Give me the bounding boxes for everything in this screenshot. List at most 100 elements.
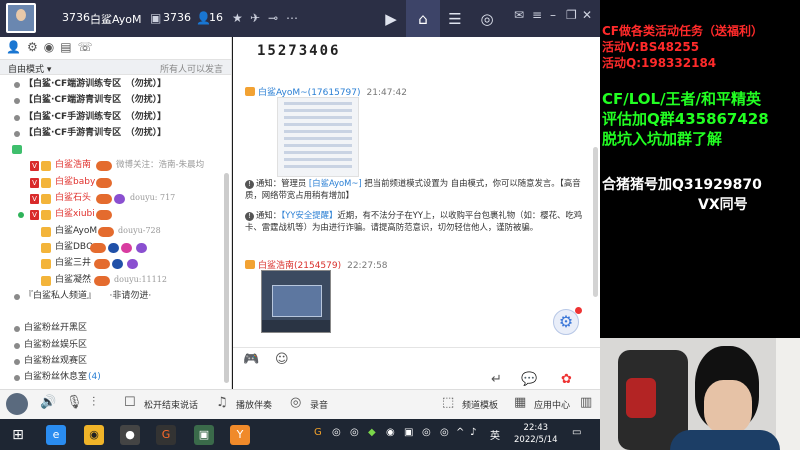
app-owl-icon[interactable]: ◉: [84, 425, 104, 445]
member-count: 16: [209, 11, 223, 24]
channel-item[interactable]: 【白鲨·CF手游青训专区 （勿扰）】: [0, 126, 222, 142]
user-item[interactable]: V 白鲨石头 douyu: 717: [0, 191, 222, 207]
promo-line: 评估加Q群435867428: [602, 110, 769, 128]
channel-toolbar: 👤 ⚙ ◉ ▤ ☏: [0, 37, 231, 59]
chat-icon[interactable]: ☏: [78, 40, 93, 56]
speaking-icon: [18, 212, 24, 219]
chart-icon[interactable]: ▥: [580, 395, 592, 410]
location-icon[interactable]: ◉: [44, 40, 54, 56]
message-image[interactable]: [261, 270, 331, 333]
microphone-icon[interactable]: 🎙: [66, 395, 83, 410]
channel-template-button[interactable]: 频道模板: [462, 398, 498, 411]
channel-scrollbar[interactable]: [224, 173, 229, 383]
send-icon[interactable]: ↵: [491, 372, 502, 387]
chat-bubble-icon[interactable]: 💬: [521, 372, 537, 387]
fan-channel-item[interactable]: 白鲨粉丝休息室 (4): [0, 370, 222, 386]
share-icon[interactable]: ✈: [250, 11, 260, 25]
user-item[interactable]: 白鲨DBQ: [0, 240, 222, 256]
app-center-button[interactable]: 应用中心: [534, 398, 570, 411]
gamepad-icon[interactable]: ◎: [470, 0, 504, 37]
app-yy-icon[interactable]: Y: [230, 425, 250, 445]
video-icon[interactable]: ▶: [374, 0, 408, 37]
tray-app-icon[interactable]: ◎: [332, 427, 341, 438]
ime-indicator[interactable]: 英: [490, 427, 500, 442]
link-icon[interactable]: ⊸: [268, 11, 278, 25]
channel-name: 白鲨AyoM: [90, 13, 142, 26]
level-badge-icon: [96, 177, 112, 188]
chat-panel: 15273406 白鲨AyoM~(17615797) 21:47:42 ! 通知：管…: [233, 37, 600, 389]
more-icon[interactable]: ⋯: [286, 11, 298, 25]
music-icon[interactable]: ♫: [216, 395, 228, 410]
fan-channel-item[interactable]: 白鲨粉丝开黑区: [0, 321, 222, 337]
tray-app-icon[interactable]: ▣: [404, 427, 413, 438]
settings-icon[interactable]: ⚙: [27, 40, 38, 56]
mode-select[interactable]: 自由模式 ▾: [8, 62, 51, 75]
volume-icon[interactable]: ♪: [470, 427, 476, 438]
favorite-icon[interactable]: ★: [232, 11, 243, 25]
checkbox-icon[interactable]: ☐: [124, 395, 136, 410]
tray-app-icon[interactable]: ◉: [386, 427, 395, 438]
tray-app-icon[interactable]: ◎: [422, 427, 431, 438]
bulletin-icon[interactable]: ▤: [60, 40, 71, 56]
app-g-icon[interactable]: G: [156, 425, 176, 445]
channel-list: 【白鲨·CF端游训练专区 （勿扰）】 【白鲨·CF端游青训专区 （勿扰）】 【白…: [0, 77, 222, 387]
message-image[interactable]: [277, 97, 359, 177]
close-icon[interactable]: ✕: [582, 8, 592, 22]
play-music-button[interactable]: 播放伴奏: [236, 398, 272, 411]
user-icon[interactable]: 👤: [6, 40, 21, 56]
record-icon[interactable]: ◎: [290, 395, 301, 410]
fan-channel-item[interactable]: 白鲨粉丝娱乐区: [0, 338, 222, 354]
tray-nvidia-icon[interactable]: ◆: [368, 427, 376, 438]
equalizer-icon[interactable]: ⫶: [92, 395, 95, 410]
user-name: 白鲨三井: [55, 258, 92, 269]
channel-item[interactable]: 【白鲨·CF端游训练专区 （勿扰）】: [0, 77, 222, 93]
user-note: 微博关注：浩南-朱晨均: [116, 160, 205, 171]
level-badge-icon: [90, 242, 106, 253]
notification-icon[interactable]: ▭: [572, 427, 581, 438]
taskbar: ⊞ e ◉ ● G ▣ Y G ◎ ◎ ◆ ◉ ▣ ◎ ◎ ^ ♪ 英 22:4…: [0, 419, 600, 450]
crown-icon: [41, 210, 51, 221]
avatar[interactable]: [6, 393, 28, 415]
user-item[interactable]: V 白鲨xiubi: [0, 207, 222, 223]
browser-icon[interactable]: e: [46, 425, 66, 445]
template-icon[interactable]: ⬚: [442, 395, 454, 410]
fan-channel-item[interactable]: 白鲨粉丝观赛区: [0, 354, 222, 370]
chat-scrollbar[interactable]: [593, 147, 598, 297]
flower-icon[interactable]: ✿: [561, 372, 572, 387]
crown-icon: [41, 259, 51, 270]
tray-app-icon[interactable]: ◎: [440, 427, 449, 438]
channel-avatar[interactable]: [6, 3, 36, 33]
tray-g-icon[interactable]: G: [314, 427, 322, 438]
user-item[interactable]: V 白鲨浩南 微博关注：浩南-朱晨均: [0, 158, 222, 174]
crown-icon: [41, 177, 51, 188]
user-item[interactable]: 白鲨AyoM douyu-728: [0, 224, 222, 240]
emoji-icon[interactable]: ☺: [275, 352, 289, 367]
user-item[interactable]: 白鲨三井: [0, 256, 222, 272]
record-button[interactable]: 录音: [310, 398, 328, 411]
message-icon[interactable]: ✉: [514, 8, 524, 22]
menu-icon[interactable]: ≡: [532, 8, 542, 22]
private-channel-item[interactable]: 『白鲨私人频道』 ·非请勿进·: [0, 289, 222, 305]
speaker-icon[interactable]: 🔊: [40, 395, 56, 410]
clock[interactable]: 22:43 2022/5/14: [514, 422, 558, 446]
channel-bullet-icon: [14, 375, 20, 382]
user-item[interactable]: 白鲨凝然 douyu:11112: [0, 273, 222, 289]
clock-time: 22:43: [523, 423, 549, 433]
crown-icon: [41, 275, 51, 286]
restore-icon[interactable]: ❐: [566, 8, 577, 22]
mic-mode-label[interactable]: 松开结束说话: [144, 398, 198, 411]
list-icon[interactable]: ☰: [438, 0, 472, 37]
app-window-icon[interactable]: ▣: [194, 425, 214, 445]
current-channel[interactable]: [0, 142, 222, 158]
minimize-icon[interactable]: –: [550, 8, 556, 22]
app-obs-icon[interactable]: ●: [120, 425, 140, 445]
gamepad-icon[interactable]: 🎮: [243, 352, 259, 367]
user-item[interactable]: V 白鲨baby: [0, 175, 222, 191]
channel-item[interactable]: 【白鲨·CF手游训练专区 （勿扰）】: [0, 110, 222, 126]
windows-start-icon[interactable]: ⊞: [8, 425, 28, 445]
tray-chevron-icon[interactable]: ^: [456, 427, 464, 438]
channel-item[interactable]: 【白鲨·CF端游青训专区 （勿扰）】: [0, 93, 222, 109]
home-icon[interactable]: ⌂: [406, 0, 440, 37]
app-center-icon[interactable]: ▦: [514, 395, 526, 410]
tray-app-icon[interactable]: ◎: [350, 427, 359, 438]
